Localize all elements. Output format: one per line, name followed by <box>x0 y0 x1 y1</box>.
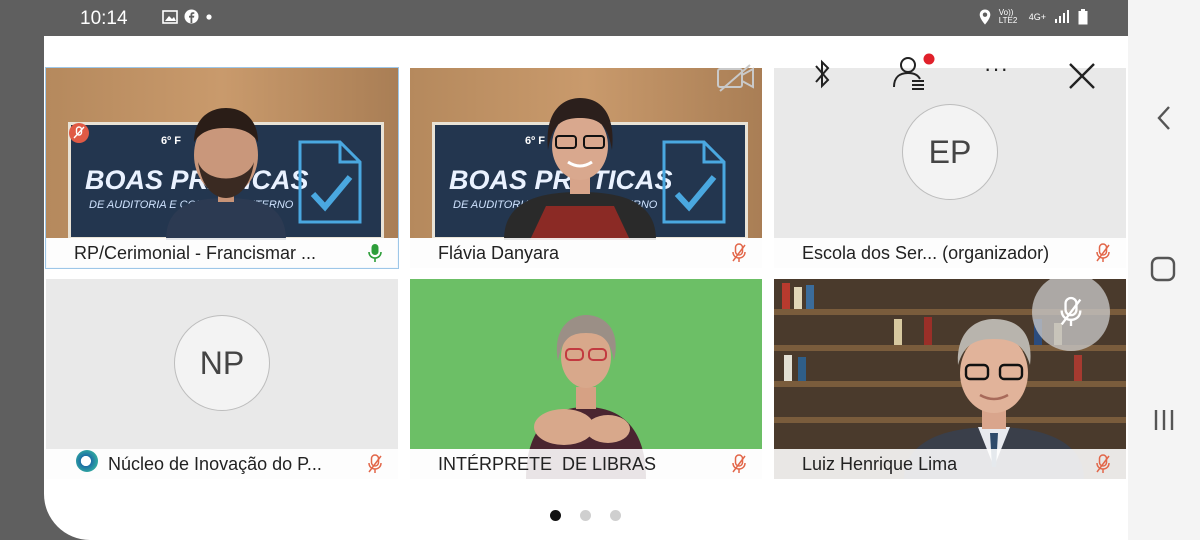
facebook-icon <box>184 9 199 24</box>
book <box>782 283 790 309</box>
mic-muted-icon[interactable] <box>730 243 748 263</box>
recents-icon[interactable] <box>1152 406 1176 434</box>
close-icon[interactable] <box>1066 56 1098 96</box>
video-tile-1[interactable]: 6º F BOAS PRÁTICAS DE AUDITORIA E CONTRO… <box>45 67 399 269</box>
participant-name: Núcleo de Inovação do P... <box>108 453 322 474</box>
status-left-icons <box>162 9 213 24</box>
tile-label: RP/Cerimonial - Francismar ... <box>46 238 398 268</box>
tile-label: Flávia Danyara <box>410 238 762 268</box>
page-indicator <box>550 510 621 521</box>
page-dot-1[interactable] <box>550 510 561 521</box>
mic-off-icon <box>1060 296 1082 326</box>
participant-name: Luiz Henrique Lima <box>802 453 958 474</box>
video-tile-5[interactable]: INTÉRPRETE DE LIBRAS <box>410 279 762 479</box>
participants-icon[interactable] <box>890 52 936 92</box>
dot-icon <box>206 13 212 20</box>
tile-label: INTÉRPRETE DE LIBRAS <box>410 449 762 479</box>
mic-muted-icon[interactable] <box>1094 243 1112 263</box>
status-bar: 10:14 Vo)) LTE2 4G+ <box>44 0 1128 36</box>
more-icon[interactable]: ··· <box>984 56 1009 82</box>
app-screen: 10:14 Vo)) LTE2 4G+ 6º F BOAS PRÁTICAS D… <box>44 0 1128 540</box>
status-right-icons: Vo)) LTE2 4G+ <box>979 9 1088 25</box>
book <box>798 357 806 381</box>
battery-icon <box>1078 9 1088 25</box>
mic-muted-icon[interactable] <box>730 454 748 474</box>
status-time: 10:14 <box>80 8 128 29</box>
muted-badge-icon <box>69 123 89 143</box>
tile-label: Núcleo de Inovação do P... <box>46 449 398 479</box>
back-icon[interactable] <box>1154 104 1174 132</box>
tile-label: Luiz Henrique Lima <box>774 449 1126 479</box>
video-tile-4[interactable]: NP Núcleo de Inovação do P... <box>46 279 398 479</box>
video-tile-3[interactable]: EP Escola dos Ser... (organizador) <box>774 68 1126 268</box>
home-icon[interactable] <box>1150 256 1176 282</box>
avatar: EP <box>902 104 998 200</box>
participant-name: Escola dos Ser... (organizador) <box>802 242 1050 263</box>
app-logo-icon <box>76 450 98 472</box>
location-icon <box>979 9 991 25</box>
participant-video <box>166 108 286 240</box>
tile-label: Escola dos Ser... (organizador) <box>774 238 1126 268</box>
mic-muted-icon[interactable] <box>1094 454 1112 474</box>
bluetooth-icon[interactable] <box>810 54 834 94</box>
video-tile-6[interactable]: Luiz Henrique Lima <box>774 279 1126 479</box>
data-icon: 4G+ <box>1028 12 1046 22</box>
gallery-icon <box>162 9 178 24</box>
book <box>794 287 802 309</box>
participant-name: RP/Cerimonial - Francismar ... <box>74 242 317 263</box>
book <box>784 355 792 381</box>
page-dot-2[interactable] <box>580 510 591 521</box>
avatar: NP <box>174 315 270 411</box>
camera-off-icon[interactable] <box>716 58 756 98</box>
page-dot-3[interactable] <box>610 510 621 521</box>
volte-icon: Vo)) LTE2 <box>998 8 1018 25</box>
participant-name: Flávia Danyara <box>438 242 560 263</box>
video-tile-2[interactable]: 6º F BOAS PRÁTICAS DE AUDITORIA E CONTRO… <box>410 68 762 268</box>
participant-video <box>504 98 656 240</box>
participant-name: INTÉRPRETE DE LIBRAS <box>438 453 657 474</box>
mic-active-icon[interactable] <box>366 243 384 263</box>
signal-icon <box>1055 10 1069 23</box>
android-nav-bar <box>1128 0 1200 540</box>
book <box>806 285 814 309</box>
mic-muted-icon[interactable] <box>366 454 384 474</box>
